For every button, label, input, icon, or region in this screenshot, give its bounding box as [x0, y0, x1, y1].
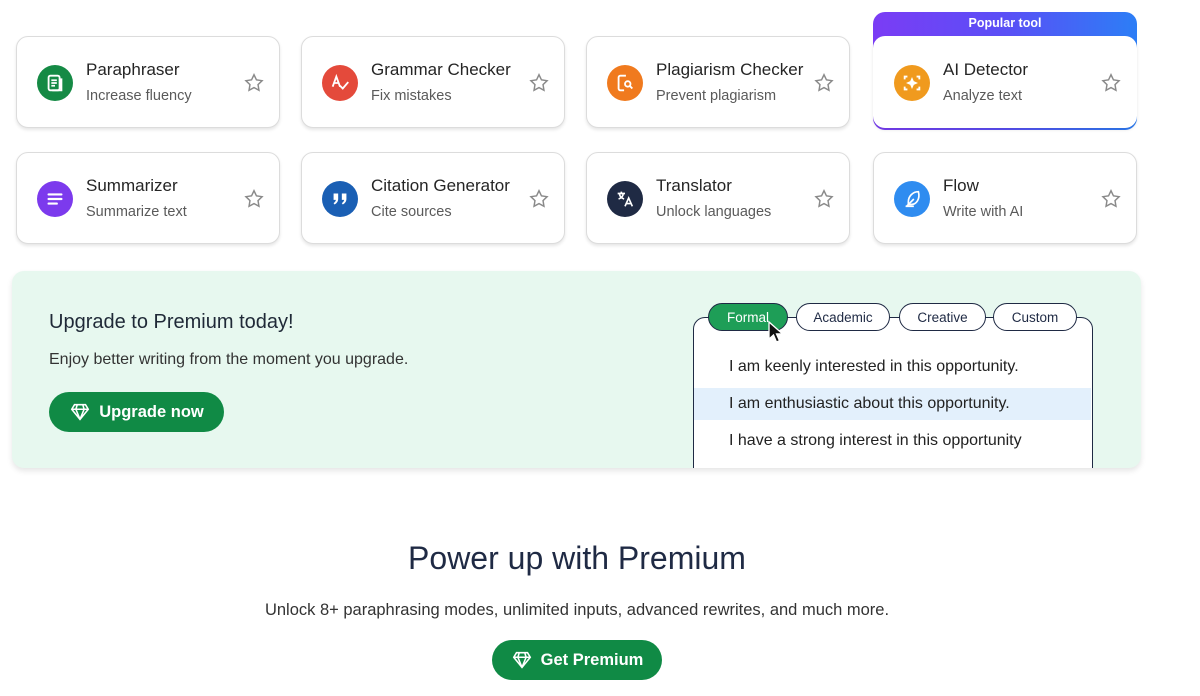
- tool-subtitle: Write with AI: [943, 204, 1024, 220]
- diamond-icon: [71, 403, 90, 421]
- cursor-arrow-icon: [768, 320, 785, 343]
- tool-subtitle: Increase fluency: [86, 88, 192, 104]
- mode-tab-label: Custom: [1011, 309, 1059, 325]
- promo-title: Power up with Premium: [408, 540, 746, 576]
- sentence-option[interactable]: I have a strong interest in this opportu…: [694, 425, 1091, 457]
- star-icon[interactable]: [813, 188, 835, 210]
- get-premium-button[interactable]: Get Premium: [492, 640, 662, 680]
- tool-title: Plagiarism Checker: [656, 60, 804, 79]
- tool-subtitle: Fix mistakes: [371, 88, 452, 104]
- star-icon[interactable]: [243, 188, 265, 210]
- mode-tab-creative[interactable]: Creative: [899, 303, 986, 331]
- mode-tab-label: Creative: [917, 309, 968, 325]
- upgrade-banner: Upgrade to Premium today! Enjoy better w…: [12, 271, 1141, 468]
- tool-card-citation-generator[interactable]: Citation Generator Cite sources: [301, 152, 565, 244]
- flow-feather-icon: [894, 181, 930, 217]
- tool-subtitle: Summarize text: [86, 204, 187, 220]
- tool-title: Flow: [943, 176, 979, 195]
- sentence-option-selected[interactable]: I am enthusiastic about this opportunity…: [694, 388, 1091, 420]
- banner-subtitle: Enjoy better writing from the moment you…: [49, 351, 409, 368]
- summarizer-icon: [37, 181, 73, 217]
- tool-subtitle: Unlock languages: [656, 204, 772, 220]
- star-icon[interactable]: [243, 72, 265, 94]
- sentence-option[interactable]: I am keenly interested in this opportuni…: [694, 351, 1091, 383]
- tool-title: Summarizer: [86, 176, 178, 195]
- tool-subtitle: Prevent plagiarism: [656, 88, 777, 104]
- plagiarism-icon: [607, 65, 643, 101]
- tool-title: Translator: [656, 176, 732, 195]
- tool-subtitle: Cite sources: [371, 204, 452, 220]
- citation-icon: [322, 181, 358, 217]
- translator-icon: [607, 181, 643, 217]
- tool-subtitle: Analyze text: [943, 88, 1022, 104]
- tool-card-grammar-checker[interactable]: Grammar Checker Fix mistakes: [301, 36, 565, 128]
- tool-card-summarizer[interactable]: Summarizer Summarize text: [16, 152, 280, 244]
- ai-detector-icon: [894, 65, 930, 101]
- tool-title: Grammar Checker: [371, 60, 511, 79]
- tool-card-plagiarism-checker[interactable]: Plagiarism Checker Prevent plagiarism: [586, 36, 850, 128]
- star-icon[interactable]: [813, 72, 835, 94]
- tool-card-translator[interactable]: Translator Unlock languages: [586, 152, 850, 244]
- tool-title: Paraphraser: [86, 60, 180, 79]
- get-premium-label: Get Premium: [540, 650, 644, 669]
- star-icon[interactable]: [1100, 188, 1122, 210]
- mode-tab-label: Academic: [813, 309, 873, 325]
- star-icon[interactable]: [1100, 72, 1122, 94]
- tool-card-flow[interactable]: Flow Write with AI: [873, 152, 1137, 244]
- grammar-check-icon: [322, 65, 358, 101]
- popular-tool-label: Popular tool: [968, 16, 1042, 30]
- mode-tab-custom[interactable]: Custom: [993, 303, 1077, 331]
- star-icon[interactable]: [528, 72, 550, 94]
- mode-tab-label: Formal: [726, 309, 769, 325]
- mode-tab-academic[interactable]: Academic: [796, 303, 890, 331]
- tool-title: AI Detector: [943, 60, 1029, 79]
- banner-title: Upgrade to Premium today!: [49, 311, 294, 333]
- star-icon[interactable]: [528, 188, 550, 210]
- promo-subtitle: Unlock 8+ paraphrasing modes, unlimited …: [264, 601, 890, 619]
- tool-card-paraphraser[interactable]: Paraphraser Increase fluency: [16, 36, 280, 128]
- tool-card-ai-detector[interactable]: AI Detector Analyze text: [873, 36, 1137, 128]
- upgrade-now-label: Upgrade now: [99, 402, 204, 421]
- tool-title: Citation Generator: [371, 176, 510, 195]
- upgrade-now-button[interactable]: Upgrade now: [49, 392, 224, 432]
- paraphraser-icon: [37, 65, 73, 101]
- diamond-icon: [512, 651, 531, 669]
